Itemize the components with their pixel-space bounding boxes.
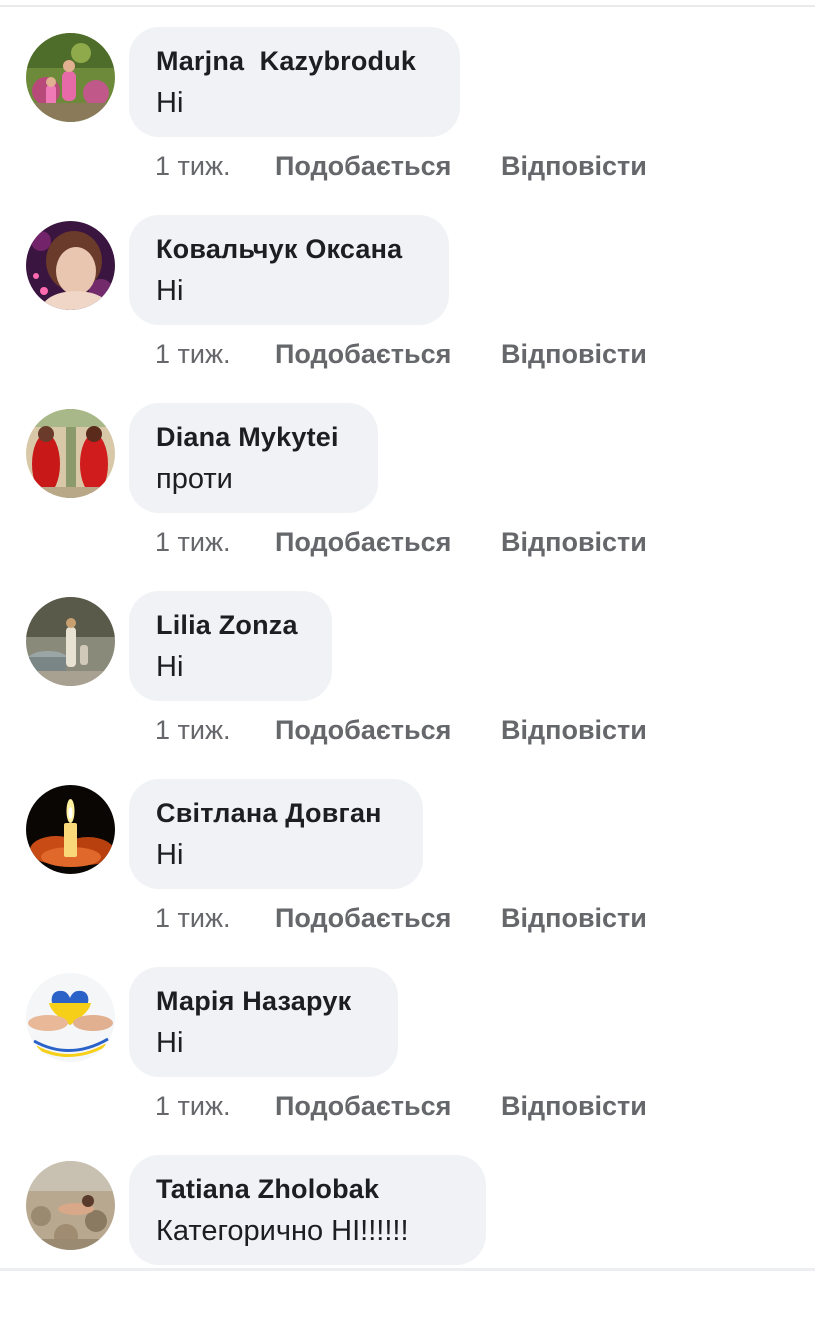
comment-timestamp[interactable]: 1 тиж.	[155, 148, 231, 184]
reply-button[interactable]: Відповісти	[501, 712, 647, 748]
comment-text: Ні	[156, 1027, 184, 1059]
like-button[interactable]: Подобається	[275, 148, 451, 184]
avatar[interactable]	[26, 1161, 115, 1250]
comment-bubble: Marjna Kazybroduk Ні	[129, 27, 460, 137]
comment-bubble: Tatiana Zholobak Категорично НІ!!!!!!	[129, 1155, 486, 1265]
comment-bubble: Lilia Zonza Ні	[129, 591, 332, 701]
comment-timestamp[interactable]: 1 тиж.	[155, 1088, 231, 1124]
comment-bubble: Diana Mykytei проти	[129, 403, 378, 513]
profile-photo-icon	[26, 221, 115, 310]
reply-button[interactable]: Відповісти	[501, 524, 647, 560]
comment-author[interactable]: Diana Mykytei	[156, 421, 351, 453]
comment-text: Ні	[156, 275, 184, 307]
comment-timestamp[interactable]: 1 тиж.	[155, 524, 231, 560]
comment-timestamp[interactable]: 1 тиж.	[155, 336, 231, 372]
profile-photo-icon	[26, 1161, 115, 1250]
comment-text: проти	[156, 463, 233, 495]
profile-photo-icon	[26, 33, 115, 122]
avatar[interactable]	[26, 597, 115, 686]
ukraine-heart-icon	[26, 973, 115, 1062]
comment-author[interactable]: Lilia Zonza	[156, 609, 305, 641]
reply-button[interactable]: Відповісти	[501, 1088, 647, 1124]
avatar[interactable]	[26, 785, 115, 874]
avatar[interactable]	[26, 221, 115, 310]
comment-bubble: Ковальчук Оксана Ні	[129, 215, 449, 325]
comment-item: Lilia Zonza Ні 1 тиж. Подобається Відпов…	[0, 570, 815, 758]
comment-author[interactable]: Світлана Довган	[156, 797, 396, 829]
like-button[interactable]: Подобається	[275, 1088, 451, 1124]
comment-text: Категорично НІ!!!!!!	[156, 1215, 409, 1247]
comment-author[interactable]: Ковальчук Оксана	[156, 233, 422, 265]
comment-item: Ковальчук Оксана Ні 1 тиж. Подобається В…	[0, 194, 815, 382]
like-button[interactable]: Подобається	[275, 524, 451, 560]
comment-bubble: Марія Назарук Ні	[129, 967, 398, 1077]
comment-item: Diana Mykytei проти 1 тиж. Подобається В…	[0, 382, 815, 570]
comment-bubble: Світлана Довган Ні	[129, 779, 423, 889]
comment-item: Tatiana Zholobak Категорично НІ!!!!!!	[0, 1134, 815, 1322]
comment-item: Світлана Довган Ні 1 тиж. Подобається Ві…	[0, 758, 815, 946]
comment-item: Марія Назарук Ні 1 тиж. Подобається Відп…	[0, 946, 815, 1134]
profile-photo-icon	[26, 597, 115, 686]
like-button[interactable]: Подобається	[275, 712, 451, 748]
like-button[interactable]: Подобається	[275, 900, 451, 936]
avatar[interactable]	[26, 409, 115, 498]
candle-icon	[26, 785, 115, 874]
reply-button[interactable]: Відповісти	[501, 900, 647, 936]
profile-photo-icon	[26, 409, 115, 498]
comment-text: Ні	[156, 839, 184, 871]
comment-timestamp[interactable]: 1 тиж.	[155, 900, 231, 936]
avatar[interactable]	[26, 33, 115, 122]
comment-text: Ні	[156, 87, 184, 119]
reply-button[interactable]: Відповісти	[501, 148, 647, 184]
avatar[interactable]	[26, 973, 115, 1062]
reply-button[interactable]: Відповісти	[501, 336, 647, 372]
bottom-divider	[0, 1268, 815, 1271]
comment-author[interactable]: Marjna Kazybroduk	[156, 45, 433, 77]
comment-timestamp[interactable]: 1 тиж.	[155, 712, 231, 748]
comment-text: Ні	[156, 651, 184, 683]
comment-author[interactable]: Tatiana Zholobak	[156, 1173, 459, 1205]
comment-item: Marjna Kazybroduk Ні 1 тиж. Подобається …	[0, 6, 815, 194]
comment-author[interactable]: Марія Назарук	[156, 985, 371, 1017]
like-button[interactable]: Подобається	[275, 336, 451, 372]
